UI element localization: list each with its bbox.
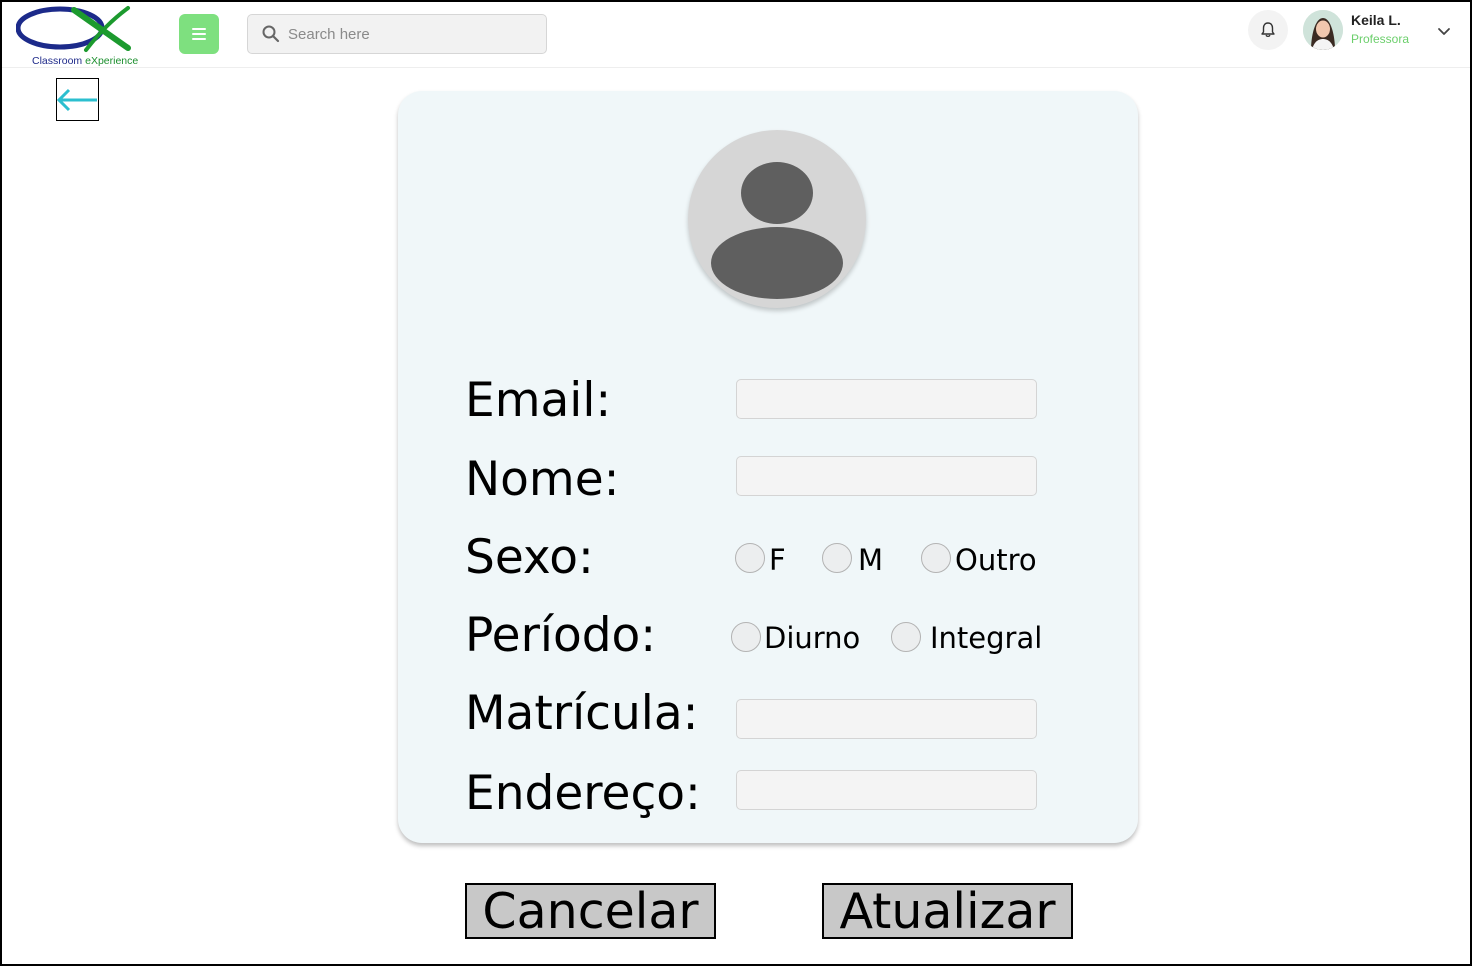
cancel-button[interactable]: Cancelar bbox=[465, 883, 716, 939]
user-avatar[interactable] bbox=[1303, 10, 1343, 50]
sexo-option-f-label: F bbox=[769, 543, 786, 577]
update-button[interactable]: Atualizar bbox=[822, 883, 1073, 939]
periodo-radio-diurno[interactable] bbox=[731, 622, 761, 652]
user-photo-icon bbox=[1303, 10, 1343, 50]
arrow-left-icon bbox=[56, 88, 97, 112]
endereco-field[interactable] bbox=[736, 770, 1037, 810]
logo-text-classroom: Classroom bbox=[32, 55, 86, 67]
logo-text: Classroom eXperience bbox=[32, 55, 138, 67]
logo-text-experience: eXperience bbox=[85, 55, 139, 67]
search-bar[interactable] bbox=[247, 14, 547, 54]
sexo-radio-m[interactable] bbox=[822, 543, 852, 573]
logo-mark-icon bbox=[15, 6, 131, 52]
periodo-option-integral-label: Integral bbox=[930, 621, 1043, 655]
search-input[interactable] bbox=[288, 23, 528, 45]
sexo-option-m-label: M bbox=[858, 543, 884, 577]
sexo-radio-outro[interactable] bbox=[921, 543, 951, 573]
classroom-experience-logo[interactable]: Classroom eXperience bbox=[15, 4, 138, 68]
periodo-label: Período: bbox=[465, 608, 657, 663]
top-header: Classroom eXperience Keila L. Professora bbox=[2, 2, 1470, 68]
sexo-label: Sexo: bbox=[465, 530, 594, 585]
endereco-label: Endereço: bbox=[465, 766, 701, 821]
menu-button[interactable] bbox=[179, 14, 219, 54]
back-button[interactable] bbox=[56, 78, 99, 121]
user-placeholder-icon bbox=[711, 162, 843, 299]
nome-field[interactable] bbox=[736, 456, 1037, 496]
email-field[interactable] bbox=[736, 379, 1037, 419]
bell-icon bbox=[1261, 22, 1275, 38]
periodo-radio-integral[interactable] bbox=[891, 622, 921, 652]
chevron-down-icon[interactable] bbox=[1436, 24, 1452, 40]
search-icon bbox=[262, 25, 280, 43]
user-role: Professora bbox=[1351, 32, 1410, 46]
sexo-radio-f[interactable] bbox=[735, 543, 765, 573]
sexo-option-outro-label: Outro bbox=[955, 543, 1037, 577]
menu-icon bbox=[192, 28, 206, 40]
profile-avatar[interactable] bbox=[688, 130, 866, 308]
email-label: Email: bbox=[465, 373, 612, 428]
periodo-option-diurno-label: Diurno bbox=[764, 621, 861, 655]
matricula-field[interactable] bbox=[736, 699, 1037, 739]
user-name: Keila L. bbox=[1351, 12, 1401, 28]
notifications-button[interactable] bbox=[1248, 10, 1288, 50]
nome-label: Nome: bbox=[465, 452, 620, 507]
matricula-label: Matrícula: bbox=[465, 686, 699, 741]
